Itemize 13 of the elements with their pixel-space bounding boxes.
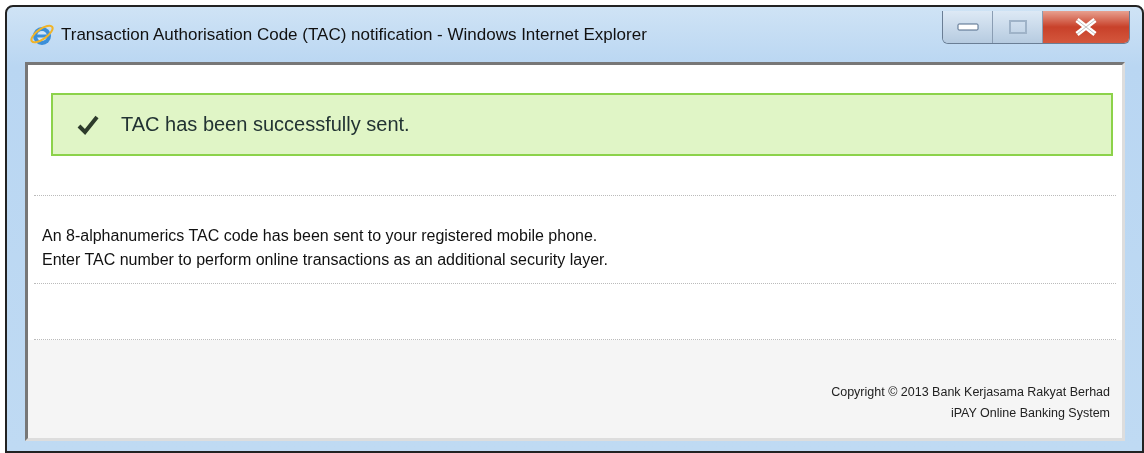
footer-text: iPAY Online Banking System <box>950 405 1110 422</box>
minimize-icon <box>956 23 979 31</box>
info-text: Enter TAC number to perform online transactions as an additional security layer. <box>42 250 609 270</box>
window-title: Transaction Authorisation Code (TAC) notification - Windows Internet Explorer <box>61 24 647 45</box>
maximize-icon <box>1008 20 1027 34</box>
checkmark-icon <box>77 114 99 135</box>
maximize-button[interactable] <box>993 11 1043 43</box>
close-icon <box>1073 17 1099 37</box>
close-button[interactable] <box>1043 11 1129 43</box>
minimize-button[interactable] <box>943 11 993 43</box>
info-text: An 8-alphanumerics TAC code has been sent to your registered mobile phone. <box>42 226 599 246</box>
footer-text: Copyright © 2013 Bank Kerjasama Rakyat Berhad <box>831 384 1110 401</box>
alert-message: TAC has been successfully sent. <box>121 113 410 136</box>
